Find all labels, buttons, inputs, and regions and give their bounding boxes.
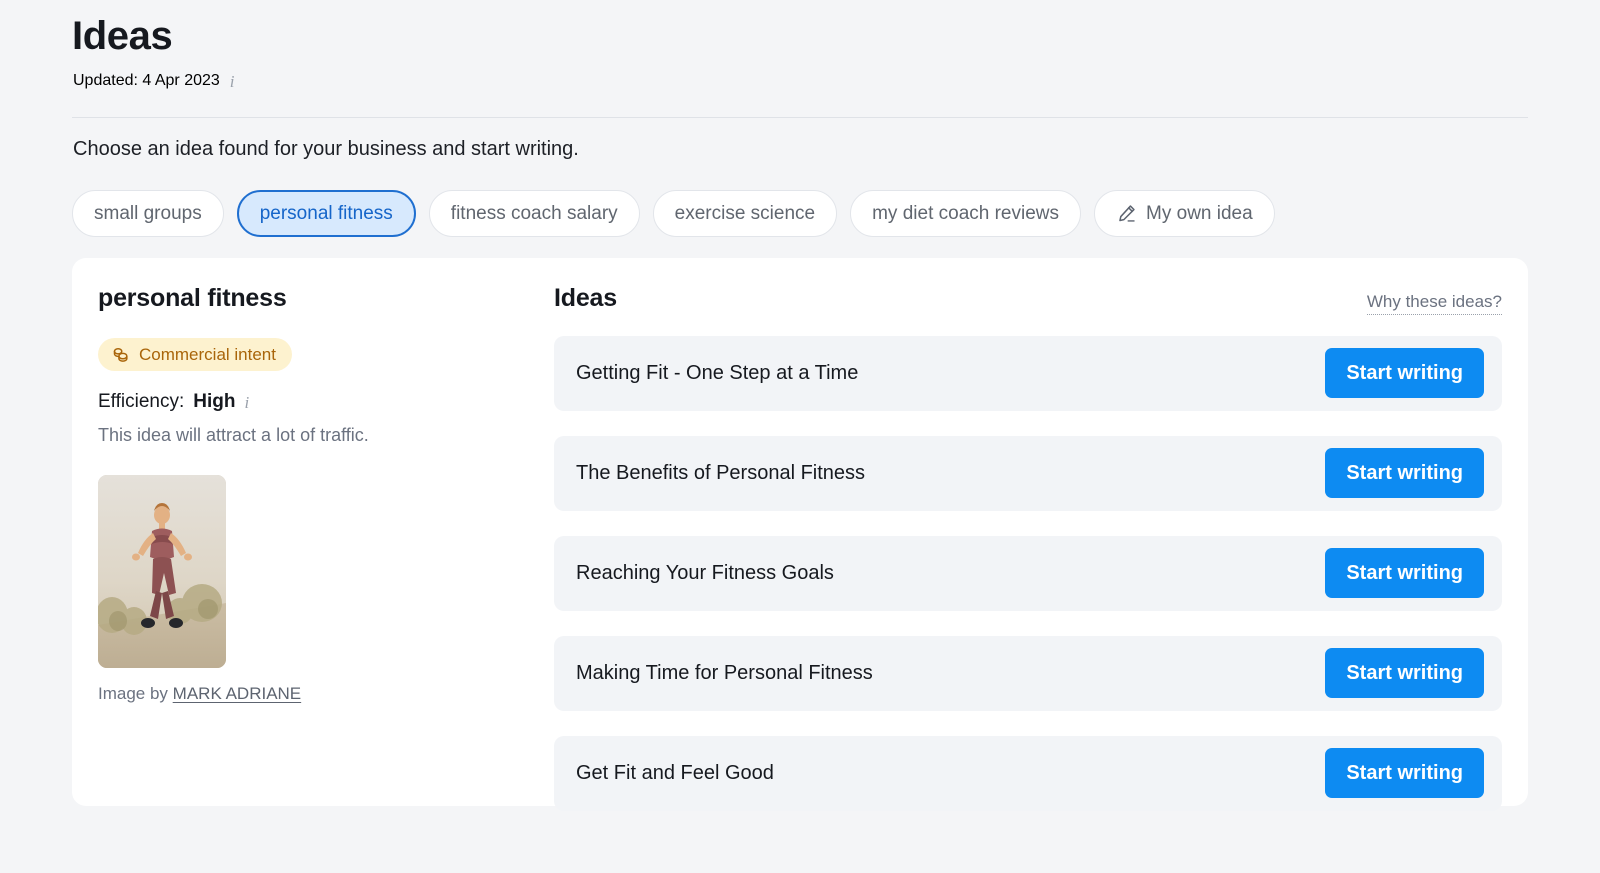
efficiency-description: This idea will attract a lot of traffic. <box>98 425 369 445</box>
ideas-page: Ideas Updated: 4 Apr 2023 i Choose an id… <box>0 0 1600 873</box>
idea-list: Getting Fit - One Step at a Time Start w… <box>554 336 1502 811</box>
chip-my-own-idea[interactable]: My own idea <box>1094 190 1275 237</box>
start-writing-button[interactable]: Start writing <box>1325 748 1484 798</box>
coins-icon <box>111 345 130 364</box>
start-writing-button[interactable]: Start writing <box>1325 648 1484 698</box>
ideas-panel-title: Ideas <box>554 284 617 312</box>
list-item[interactable]: Getting Fit - One Step at a Time Start w… <box>554 336 1502 411</box>
page-subtitle: Choose an idea found for your business a… <box>73 138 579 160</box>
info-icon[interactable]: i <box>244 394 249 411</box>
info-icon[interactable]: i <box>230 73 235 90</box>
list-item[interactable]: Get Fit and Feel Good Start writing <box>554 736 1502 811</box>
keyword-chip-list: small groups personal fitness fitness co… <box>72 190 1275 237</box>
chip-label: personal fitness <box>259 202 393 224</box>
list-item[interactable]: Making Time for Personal Fitness Start w… <box>554 636 1502 711</box>
idea-title: Get Fit and Feel Good <box>576 762 774 784</box>
chip-personal-fitness[interactable]: personal fitness <box>236 190 416 237</box>
chip-label: fitness coach salary <box>450 202 618 224</box>
efficiency-value: High <box>193 391 236 412</box>
idea-title: Making Time for Personal Fitness <box>576 662 873 684</box>
keyword-title: personal fitness <box>98 284 287 312</box>
chip-label: exercise science <box>674 202 816 224</box>
chip-fitness-coach-salary[interactable]: fitness coach salary <box>428 190 640 237</box>
chip-exercise-science[interactable]: exercise science <box>652 190 838 237</box>
chip-small-groups[interactable]: small groups <box>72 190 224 237</box>
image-attribution-prefix: Image by <box>98 684 168 703</box>
updated-text: Updated: 4 Apr 2023 <box>73 72 220 89</box>
start-writing-button[interactable]: Start writing <box>1325 548 1484 598</box>
start-writing-button[interactable]: Start writing <box>1325 348 1484 398</box>
list-item[interactable]: Reaching Your Fitness Goals Start writin… <box>554 536 1502 611</box>
chip-label: small groups <box>94 202 202 224</box>
chip-my-diet-coach-reviews[interactable]: my diet coach reviews <box>850 190 1082 237</box>
status-badge-label: Commercial intent <box>139 344 276 364</box>
header-divider <box>72 117 1528 118</box>
idea-title: The Benefits of Personal Fitness <box>576 462 866 484</box>
ideas-panel: Ideas Why these ideas? Getting Fit - One… <box>554 284 1502 811</box>
photo-illustration <box>98 475 226 668</box>
why-these-ideas-link[interactable]: Why these ideas? <box>1366 292 1502 315</box>
start-writing-button[interactable]: Start writing <box>1325 448 1484 498</box>
image-author-link[interactable]: MARK ADRIANE <box>173 684 301 703</box>
efficiency-label: Efficiency: <box>98 391 185 412</box>
list-item[interactable]: The Benefits of Personal Fitness Start w… <box>554 436 1502 511</box>
efficiency-row: Efficiency: High i <box>98 391 528 413</box>
keyword-photo <box>98 475 226 668</box>
updated-row: Updated: 4 Apr 2023 i <box>73 72 235 90</box>
chip-label: my diet coach reviews <box>872 202 1060 224</box>
idea-title: Reaching Your Fitness Goals <box>576 562 834 584</box>
ideas-panel-header: Ideas Why these ideas? <box>554 284 1502 318</box>
chip-label: My own idea <box>1146 202 1253 224</box>
pencil-icon <box>1116 203 1137 224</box>
ideas-card: personal fitness Commercial intent Effic… <box>72 258 1528 811</box>
image-attribution: Image by MARK ADRIANE <box>98 684 528 704</box>
idea-title: Getting Fit - One Step at a Time <box>576 362 859 384</box>
status-badge-commercial-intent: Commercial intent <box>98 338 292 371</box>
keyword-detail-panel: personal fitness Commercial intent Effic… <box>98 284 528 704</box>
page-title: Ideas <box>72 14 173 58</box>
